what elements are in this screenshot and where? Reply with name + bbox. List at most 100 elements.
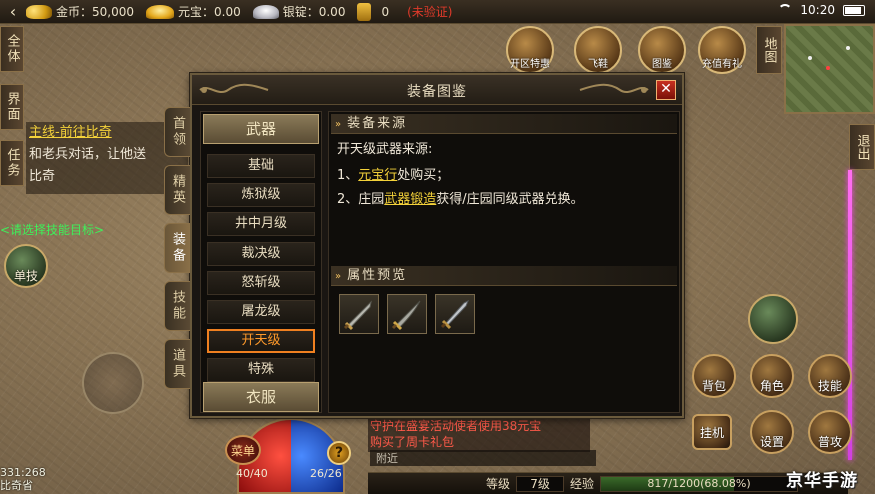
attack-button[interactable]: 普攻 <box>808 410 852 454</box>
weapon-slot[interactable] <box>435 294 475 334</box>
exp-value: 817/1200(68.08%) <box>647 476 751 490</box>
level-value: 7级 <box>516 475 565 492</box>
exp-bar: 817/1200(68.08%) <box>600 475 799 492</box>
sub-item[interactable]: 基础 <box>207 154 315 178</box>
tujian-button[interactable]: 图鉴 <box>638 26 686 74</box>
sword-icon <box>440 299 469 330</box>
mp-value: 26/26 <box>310 467 342 480</box>
source-intro: 开天级武器来源: <box>337 142 433 157</box>
minimap[interactable] <box>784 24 875 114</box>
tab-all[interactable]: 全体 <box>0 26 24 72</box>
source-line2-prefix: 2、庄园 <box>337 192 385 207</box>
close-button[interactable]: ✕ <box>656 80 676 100</box>
source-line1-suffix: 处购买； <box>397 168 450 183</box>
wifi-icon <box>778 4 793 16</box>
coords-xy: 331:268 <box>0 466 46 479</box>
npc-dot <box>846 46 850 50</box>
sub-item[interactable]: 特殊 <box>207 358 315 382</box>
sub-item[interactable]: 炼狱级 <box>207 183 315 207</box>
gold-ingot-icon <box>26 4 52 19</box>
gold-label: 金币：50,000 <box>56 5 134 19</box>
sword-icon <box>343 300 372 331</box>
category-weapon[interactable]: 武器 <box>203 114 319 144</box>
tab-skill[interactable]: 技能 <box>164 281 190 331</box>
sub-item[interactable]: 井中月级 <box>207 212 315 236</box>
bag-button[interactable]: 背包 <box>692 354 736 398</box>
exp-label: 经验 <box>570 477 595 491</box>
source-line-2: 2、庄园武器锻造获得/庄园同级武器兑换。 <box>337 188 584 207</box>
source-section-header: » 装备来源 <box>331 114 677 134</box>
chevron-right-icon: » <box>335 119 344 130</box>
weapon-forge-link[interactable]: 武器锻造 <box>384 192 436 207</box>
device-status: 10:20 <box>778 3 865 17</box>
kaiqu-label: 开区特惠 <box>510 59 550 70</box>
category-list: 武器 基础 炼狱级 井中月级 裁决级 怒斩级 屠龙级 开天级 特殊 衣服 <box>200 111 322 413</box>
tab-equipment[interactable]: 装备 <box>164 223 190 273</box>
auto-battle-label: 挂机 <box>699 425 724 440</box>
role-button[interactable]: 角色 <box>750 354 794 398</box>
weapon-slot[interactable] <box>339 294 379 334</box>
silver-resource: 银锭：0.00 <box>252 3 346 20</box>
movement-joystick[interactable] <box>82 352 144 414</box>
detail-pane: » 装备来源 开天级武器来源: 1、元宝行处购买； 2、庄园武器锻造获得/庄园同级… <box>328 111 680 413</box>
yuanbao-resource: 元宝：0.00 <box>146 3 241 20</box>
sub-item[interactable]: 裁决级 <box>207 242 315 266</box>
role-label: 角色 <box>759 379 784 393</box>
resource-bar: ‹ 金币：50,000 元宝：0.00 银锭：0.00 0 (未验证) 10:2… <box>0 0 875 24</box>
light-beam-effect <box>848 170 852 460</box>
settings-button[interactable]: 设置 <box>750 410 794 454</box>
charge-label: 充值有礼 <box>702 59 742 70</box>
tab-elite[interactable]: 精英 <box>164 165 190 215</box>
level-exp-bar: 等级 7级 经验 817/1200(68.08%) <box>368 472 848 494</box>
tab-item[interactable]: 道具 <box>164 339 190 389</box>
battery-icon <box>843 4 865 16</box>
npc-dot <box>808 56 812 60</box>
nearby-channel[interactable]: 附近 <box>370 450 596 466</box>
category-clothes[interactable]: 衣服 <box>203 382 319 412</box>
source-line1-prefix: 1、 <box>337 168 359 183</box>
tujian-label: 图鉴 <box>652 59 672 70</box>
silver-ingot-icon <box>252 4 279 19</box>
ornament-right-icon <box>579 83 649 93</box>
chevron-right-icon: » <box>335 271 344 282</box>
coin-value: 0 <box>381 4 390 19</box>
bag-label: 背包 <box>701 379 726 393</box>
hero-avatar-button[interactable] <box>748 294 798 344</box>
player-dot <box>826 66 830 70</box>
sub-item-selected[interactable]: 开天级 <box>207 329 315 353</box>
tab-task[interactable]: 任务 <box>0 140 24 186</box>
kaiqu-button[interactable]: 开区特惠 <box>506 26 554 74</box>
attack-label: 普攻 <box>817 435 842 449</box>
fly-shoes-button[interactable]: 飞鞋 <box>574 26 622 74</box>
coin-resource: 0 (未验证) <box>357 2 452 21</box>
tab-ui[interactable]: 界面 <box>0 84 24 130</box>
sub-item[interactable]: 屠龙级 <box>207 300 315 324</box>
equipment-codex-dialog: 首领 精英 装备 技能 道具 装备图鉴 ✕ 武器 基础 炼狱级 井中月级 裁决级… <box>164 73 684 418</box>
skill-label: 技能 <box>817 379 842 393</box>
coords-map: 比奇省 <box>0 479 33 492</box>
source-header-label: 装备来源 <box>347 116 408 131</box>
preview-section-header: » 属性预览 <box>331 266 677 286</box>
blade-icon <box>391 300 421 331</box>
back-arrow-icon[interactable]: ‹ <box>0 2 26 21</box>
watermark: 京华手游 <box>786 471 858 491</box>
exit-button[interactable]: 退出 <box>849 124 875 170</box>
weapon-slot[interactable] <box>387 294 427 334</box>
single-skill-button[interactable]: 单技 <box>4 244 48 288</box>
tab-boss[interactable]: 首领 <box>164 107 190 157</box>
sub-item[interactable]: 怒斩级 <box>207 271 315 295</box>
skill-button[interactable]: 技能 <box>808 354 852 398</box>
menu-button[interactable]: 菜单 <box>225 435 261 465</box>
yuanbao-shop-link[interactable]: 元宝行 <box>358 168 397 183</box>
help-button[interactable]: ? <box>327 441 351 465</box>
clock: 10:20 <box>800 3 835 17</box>
map-button[interactable]: 地图 <box>756 26 782 74</box>
fly-label: 飞鞋 <box>588 59 608 70</box>
chat-line: 购买了周卡礼包 <box>370 435 455 449</box>
charge-gift-button[interactable]: 充值有礼 <box>698 26 746 74</box>
silver-label: 银锭：0.00 <box>282 5 346 19</box>
system-chat[interactable]: 守护在盛宴活动使者使用38元宝 购买了周卡礼包 <box>368 418 590 452</box>
auto-battle-button[interactable]: 挂机 <box>692 414 732 450</box>
source-line-1: 1、元宝行处购买； <box>337 164 449 183</box>
single-skill-label: 单技 <box>13 269 38 283</box>
